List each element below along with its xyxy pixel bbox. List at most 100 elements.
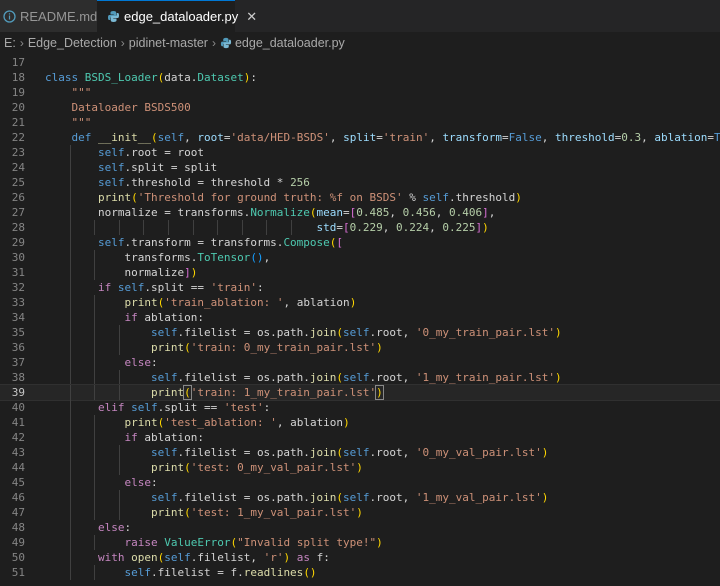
code-line[interactable]: 22 def __init__(self, root = 'data/HED-BSD… [0, 130, 720, 145]
code-line[interactable]: 17 [0, 55, 720, 70]
tab-readme[interactable]: README.md [0, 0, 97, 32]
code-token: ) [343, 416, 350, 429]
code-token: = [376, 131, 383, 144]
code-line[interactable]: 23 self.root = root [0, 145, 720, 160]
code-token: normalize = transforms. [45, 206, 251, 219]
code-line[interactable]: 31 normalize]) [0, 265, 720, 280]
code-line[interactable]: 49 raise ValueError("Invalid split type!… [0, 535, 720, 550]
code-token: self [422, 191, 450, 204]
code-line[interactable]: 35 self.filelist = os.path.join(self.roo… [0, 325, 720, 340]
line-number: 25 [11, 176, 25, 189]
code-line[interactable]: 21 """ [0, 115, 720, 130]
line-number: 44 [11, 461, 25, 474]
code-token: ) [482, 221, 489, 234]
code-line[interactable]: 43 self.filelist = os.path.join(self.roo… [0, 445, 720, 460]
code-text: Dataloader BSDS500 [45, 100, 191, 115]
tab-edge-dataloader[interactable]: edge_dataloader.py ✕ [97, 0, 257, 32]
code-token: 'train' [210, 281, 257, 294]
code-text: self.filelist = os.path.join(self.root, … [45, 490, 548, 505]
code-text: print('test: 0_my_val_pair.lst') [45, 460, 363, 475]
code-line[interactable]: 42 if ablation: [0, 430, 720, 445]
python-file-icon [220, 37, 232, 49]
line-number: 47 [11, 506, 25, 519]
close-icon[interactable]: ✕ [246, 9, 257, 25]
code-token: 0.456 [402, 206, 436, 219]
code-token: ) [356, 506, 363, 519]
code-token: : [124, 521, 132, 534]
code-line[interactable]: 30 transforms.ToTensor(), [0, 250, 720, 265]
code-line[interactable]: 18 class BSDS_Loader(data.Dataset): [0, 70, 720, 85]
code-line[interactable]: 28 std=[0.229, 0.224, 0.225]) [0, 220, 720, 235]
code-line[interactable]: 39 print('train: 1_my_train_pair.lst') [0, 384, 720, 401]
line-number: 45 [11, 476, 25, 489]
code-token: ) [376, 536, 383, 549]
code-text: print('Threshold for ground truth: %f on… [45, 190, 522, 205]
code-token: self [150, 446, 178, 459]
code-token: self [97, 176, 125, 189]
code-line[interactable]: 19 """ [0, 85, 720, 100]
code-line[interactable]: 34 if ablation: [0, 310, 720, 325]
code-token: ablation: [144, 311, 204, 324]
code-token: .transform = transforms. [124, 236, 284, 249]
code-text: self.filelist = os.path.join(self.root, … [45, 370, 562, 385]
line-number: 26 [11, 191, 25, 204]
code-text: print('train_ablation: ', ablation) [45, 295, 356, 310]
code-line[interactable]: 38 self.filelist = os.path.join(self.roo… [0, 370, 720, 385]
code-token: False [508, 131, 542, 144]
code-token: .root, [369, 491, 416, 504]
line-number: 42 [11, 431, 25, 444]
code-text: def __init__(self, root = 'data/HED-BSDS',… [45, 130, 720, 145]
code-token: print [150, 341, 185, 354]
code-line[interactable]: 27 normalize = transforms.Normalize(mean… [0, 205, 720, 220]
code-text: self.split = split [45, 160, 217, 175]
code-line[interactable]: 24 self.split = split [0, 160, 720, 175]
code-text: self.filelist = os.path.join(self.root, … [45, 445, 548, 460]
code-token: ( [309, 206, 317, 219]
code-line[interactable]: 46 self.filelist = os.path.join(self.roo… [0, 490, 720, 505]
code-token: 'train: 1_my_train_pair.lst' [190, 386, 377, 399]
code-token: '1_my_train_pair.lst' [415, 371, 555, 384]
code-token: , [263, 251, 271, 264]
code-line[interactable]: 37 else: [0, 355, 720, 370]
breadcrumb-folder-pidinet[interactable]: pidinet-master [129, 36, 208, 50]
line-number: 30 [11, 251, 25, 264]
code-token: self [97, 161, 125, 174]
code-line[interactable]: 44 print('test: 0_my_val_pair.lst') [0, 460, 720, 475]
code-token: 0.3 [621, 131, 642, 144]
code-token: Compose [283, 236, 330, 249]
code-line[interactable]: 41 print('test_ablation: ', ablation) [0, 415, 720, 430]
code-line[interactable]: 25 self.threshold = threshold * 256 [0, 175, 720, 190]
code-line[interactable]: 48 else: [0, 520, 720, 535]
code-line[interactable]: 50 with open(self.filelist, 'r') as f: [0, 550, 720, 565]
code-token: transform [442, 131, 503, 144]
code-line[interactable]: 33 print('train_ablation: ', ablation) [0, 295, 720, 310]
code-token: Normalize [250, 206, 310, 219]
code-token: , [429, 131, 443, 144]
tab-bar: README.md edge_dataloader.py ✕ [0, 0, 720, 32]
code-line[interactable]: 32 if self.split == 'train': [0, 280, 720, 295]
code-token: print [150, 506, 185, 519]
code-line[interactable]: 40 elif self.split == 'test': [0, 400, 720, 415]
code-line[interactable]: 45 else: [0, 475, 720, 490]
code-line[interactable]: 36 print('train: 0_my_train_pair.lst') [0, 340, 720, 355]
code-token: self [343, 491, 370, 504]
breadcrumb-drive[interactable]: E: [4, 36, 16, 50]
code-line[interactable]: 47 print('test: 1_my_val_pair.lst') [0, 505, 720, 520]
code-line[interactable]: 20 Dataloader BSDS500 [0, 100, 720, 115]
code-token: elif [97, 401, 132, 414]
code-token: 'test: 0_my_val_pair.lst' [190, 461, 357, 474]
code-line[interactable]: 29 self.transform = transforms.Compose([ [0, 235, 720, 250]
line-number: 31 [11, 266, 25, 279]
code-text: raise ValueError("Invalid split type!") [45, 535, 383, 550]
breadcrumb-file[interactable]: edge_dataloader.py [235, 36, 345, 50]
code-line[interactable]: 51 self.filelist = f.readlines() [0, 565, 720, 580]
code-editor[interactable]: 17 18 class BSDS_Loader(data.Dataset): 19 "… [0, 52, 720, 586]
code-line[interactable]: 26 print('Threshold for ground truth: %f… [0, 190, 720, 205]
line-number: 40 [11, 401, 25, 414]
code-token: else [97, 521, 125, 534]
code-text: self.transform = transforms.Compose([ [45, 235, 343, 250]
breadcrumb-folder-edge-detection[interactable]: Edge_Detection [28, 36, 117, 50]
code-token: if [124, 431, 145, 444]
code-token: .filelist = os.path. [177, 326, 310, 339]
